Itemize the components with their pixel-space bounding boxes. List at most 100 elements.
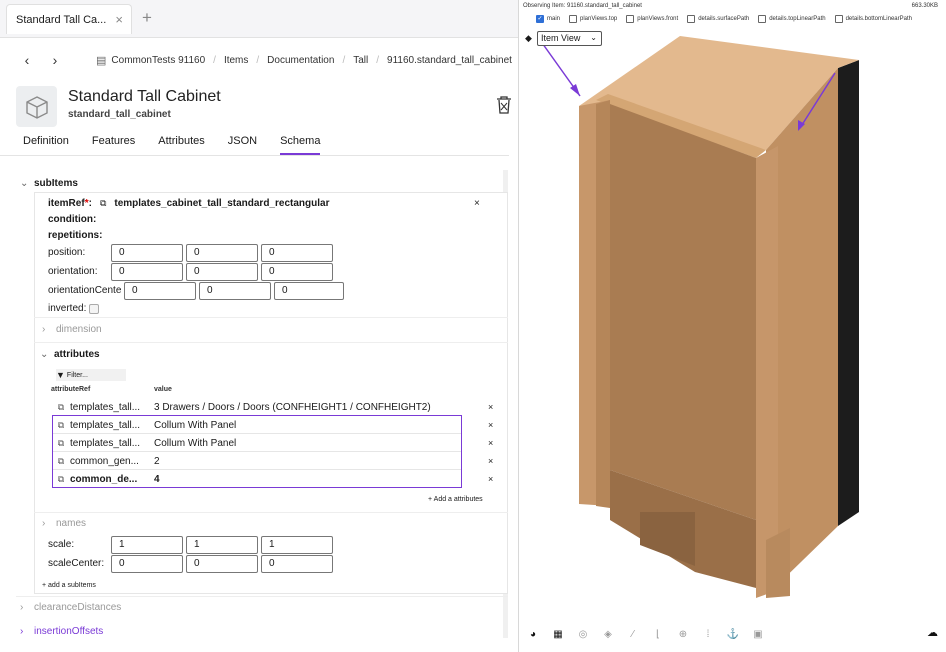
viewer-panel: Observing Item: 91160.standard_tall_cabi… xyxy=(520,0,946,652)
breadcrumb-item[interactable]: CommonTests 91160 xyxy=(111,55,205,66)
filter-icon: ▼ xyxy=(56,370,65,380)
breadcrumb: ▤ CommonTests 91160 / Items / Documentat… xyxy=(96,54,512,67)
close-icon[interactable]: × xyxy=(115,12,123,27)
orientation-center-y-input[interactable]: 0 xyxy=(199,282,271,300)
page-title: Standard Tall Cabinet xyxy=(68,88,221,105)
scale-center-z-input[interactable]: 0 xyxy=(261,555,333,573)
cloud-download-icon[interactable]: ☁ xyxy=(927,626,938,639)
external-link-icon[interactable]: ⧉ xyxy=(52,402,70,413)
external-link-icon[interactable]: ⧉ xyxy=(100,198,106,209)
scale-center-y-input[interactable]: 0 xyxy=(186,555,258,573)
item-tabs: Definition Features Attributes JSON Sche… xyxy=(0,130,509,156)
tab-features[interactable]: Features xyxy=(92,130,135,155)
view-select[interactable]: Item View ⌄ xyxy=(537,31,602,46)
item-header: Standard Tall Cabinet standard_tall_cabi… xyxy=(16,86,516,132)
layer-checkboxes: ✓ main planViews.top planViews.front det… xyxy=(536,15,921,23)
add-attribute-button[interactable]: + Add a attributes xyxy=(428,496,483,503)
position-label: position: xyxy=(48,247,86,258)
orientation-center-z-input[interactable]: 0 xyxy=(274,282,344,300)
add-tab-icon[interactable]: + xyxy=(142,8,152,28)
trash-icon[interactable] xyxy=(496,96,512,119)
left-panel: Standard Tall Ca... × + ‹ › ▤ CommonTest… xyxy=(0,0,519,652)
cube-icon xyxy=(16,86,57,127)
clearance-toggle[interactable]: › clearanceDistances xyxy=(20,602,121,613)
orientation-y-input[interactable]: 0 xyxy=(186,263,258,281)
image-icon[interactable]: ▣ xyxy=(751,629,765,640)
checkbox-planviews-front[interactable]: planViews.front xyxy=(626,15,678,23)
chevron-down-icon: ⌄ xyxy=(20,178,29,189)
cube-icon[interactable]: ◈ xyxy=(601,629,615,640)
back-icon[interactable]: ‹ xyxy=(16,52,38,68)
checkbox-top-linear-path[interactable]: details.topLinearPath xyxy=(758,15,826,23)
checkbox-planviews-top[interactable]: planViews.top xyxy=(569,15,617,23)
anchor-icon[interactable]: ⚓ xyxy=(726,629,740,640)
remove-icon[interactable]: × xyxy=(488,474,493,484)
column-header-ref: attributeRef xyxy=(51,386,91,393)
itemref-row: itemRef * : ⧉ templates_cabinet_tall_sta… xyxy=(48,198,330,209)
orientation-z-input[interactable]: 0 xyxy=(261,263,333,281)
file-size-label: 663.30KB xyxy=(911,3,938,9)
chevron-down-icon: ⌄ xyxy=(40,349,49,360)
condition-label: condition: xyxy=(48,214,97,225)
remove-subitem-icon[interactable]: × xyxy=(474,198,480,209)
tab-title: Standard Tall Ca... xyxy=(16,13,107,26)
position-x-input[interactable]: 0 xyxy=(111,244,183,262)
tab-schema[interactable]: Schema xyxy=(280,130,321,155)
inverted-checkbox[interactable] xyxy=(89,303,100,314)
brush-icon[interactable]: ⁄ xyxy=(626,629,640,640)
subitems-toggle[interactable]: ⌄ subItems xyxy=(20,178,78,189)
remove-icon[interactable]: × xyxy=(488,402,493,412)
tab-item[interactable]: Standard Tall Ca... × xyxy=(6,4,132,34)
checkbox-bottom-linear-path[interactable]: details.bottomLinearPath xyxy=(834,15,912,23)
checkbox-surface-path[interactable]: details.surfacePath xyxy=(687,15,749,23)
breadcrumb-item[interactable]: Documentation xyxy=(267,55,334,66)
breadcrumb-item[interactable]: Tall xyxy=(353,55,368,66)
scale-center-label: scaleCenter: xyxy=(48,558,105,569)
position-y-input[interactable]: 0 xyxy=(186,244,258,262)
insertion-toggle[interactable]: › insertionOffsets xyxy=(20,626,103,637)
table-row[interactable]: ⧉ templates_tall... 3 Drawers / Doors / … xyxy=(52,398,502,416)
schema-editor: ⌄ subItems itemRef * : ⧉ templates_cabin… xyxy=(16,170,508,650)
grid-icon[interactable]: ▦ xyxy=(551,629,565,640)
checkbox-checked-icon: ✓ xyxy=(536,15,544,23)
inverted-row: inverted: xyxy=(48,303,100,314)
filter-input[interactable]: ▼ Filter... xyxy=(56,369,126,381)
repetitions-label: repetitions: xyxy=(48,230,103,241)
scale-x-input[interactable]: 1 xyxy=(111,536,183,554)
chevron-right-icon: › xyxy=(42,518,46,529)
scale-z-input[interactable]: 1 xyxy=(261,536,333,554)
tab-attributes[interactable]: Attributes xyxy=(158,130,204,155)
tab-definition[interactable]: Definition xyxy=(23,130,69,155)
remove-icon[interactable]: × xyxy=(488,420,493,430)
cabinet-3d-view[interactable] xyxy=(520,0,946,652)
orientation-x-input[interactable]: 0 xyxy=(111,263,183,281)
chevron-right-icon: › xyxy=(42,324,46,335)
frame-icon[interactable]: ⌊ xyxy=(651,629,665,640)
position-z-input[interactable]: 0 xyxy=(261,244,333,262)
itemref-value[interactable]: templates_cabinet_tall_standard_rectangu… xyxy=(114,198,329,209)
dots-icon[interactable]: ⁞ xyxy=(701,629,715,640)
breadcrumb-item: 91160.standard_tall_cabinet xyxy=(387,54,512,66)
target-icon[interactable]: ⊕ xyxy=(676,629,690,640)
breadcrumb-item[interactable]: Items xyxy=(224,55,248,66)
orientation-label: orientation: xyxy=(48,266,98,277)
palette-icon[interactable]: ◕ xyxy=(526,629,540,640)
orientation-center-x-input[interactable]: 0 xyxy=(124,282,196,300)
remove-icon[interactable]: × xyxy=(488,438,493,448)
remove-icon[interactable]: × xyxy=(488,456,493,466)
add-subitem-button[interactable]: + add a subItems xyxy=(42,582,96,589)
document-icon: ▤ xyxy=(96,54,107,67)
sphere-icon[interactable]: ◎ xyxy=(576,629,590,640)
chevron-right-icon: › xyxy=(20,602,24,613)
scale-label: scale: xyxy=(48,539,75,550)
names-toggle[interactable]: › names xyxy=(42,518,86,529)
tab-json[interactable]: JSON xyxy=(228,130,257,155)
orientation-center-label: orientationCente xyxy=(48,285,122,296)
forward-icon[interactable]: › xyxy=(44,52,66,68)
scale-y-input[interactable]: 1 xyxy=(186,536,258,554)
checkbox-main[interactable]: ✓ main xyxy=(536,15,560,23)
dimension-toggle[interactable]: › dimension xyxy=(42,324,102,335)
scale-center-x-input[interactable]: 0 xyxy=(111,555,183,573)
chevron-down-icon: ⌄ xyxy=(590,33,597,42)
attributes-toggle[interactable]: ⌄ attributes xyxy=(40,349,100,360)
